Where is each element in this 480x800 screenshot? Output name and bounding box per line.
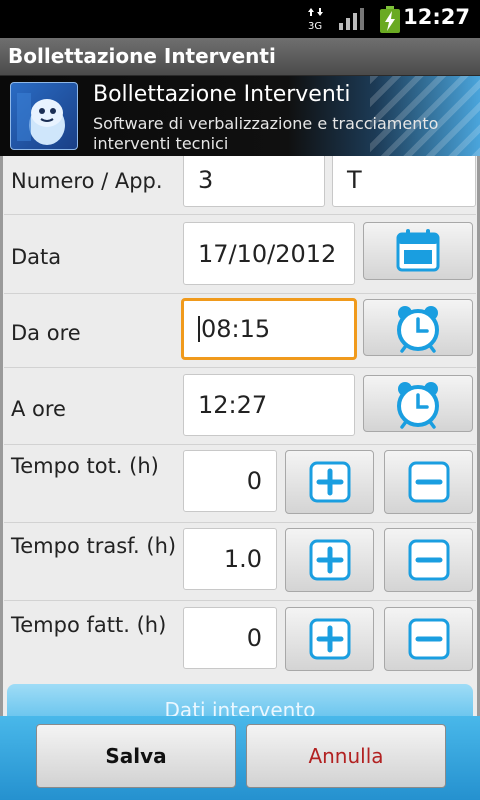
mascot-icon	[17, 93, 65, 145]
plus-icon	[309, 539, 350, 581]
network-3g-icon: 3G	[308, 8, 323, 31]
status-time: 12:27	[403, 5, 470, 29]
tempo-trasf-label: Tempo trasf. (h)	[11, 534, 177, 558]
end-time-input[interactable]: 12:27	[183, 374, 355, 436]
dati-intervento-button[interactable]: Dati intervento	[7, 684, 473, 716]
app-input[interactable]: T	[332, 156, 476, 207]
row-divider	[4, 293, 476, 294]
save-button[interactable]: Salva	[36, 724, 236, 788]
numero-label: Numero / App.	[11, 169, 163, 193]
a-ore-label: A ore	[11, 397, 66, 421]
status-bar: 3G 12:27	[0, 0, 480, 38]
plus-icon	[309, 461, 350, 503]
tempo-tot-input[interactable]: 0	[183, 450, 277, 512]
tempo-trasf-minus-button[interactable]	[384, 528, 473, 592]
form-border-left	[0, 156, 3, 716]
alarm-clock-icon	[397, 381, 439, 429]
app-logo	[10, 82, 78, 150]
row-divider	[4, 600, 476, 601]
tempo-tot-plus-button[interactable]	[285, 450, 374, 514]
text-cursor	[198, 316, 200, 342]
end-time-button[interactable]	[363, 375, 473, 432]
start-time-button[interactable]	[363, 299, 473, 356]
tempo-fatt-minus-button[interactable]	[384, 607, 473, 671]
intervention-form: Numero / App. 3 T Data 17/10/2012 Da ore…	[0, 156, 480, 716]
signal-icon	[339, 8, 364, 30]
date-input[interactable]: 17/10/2012	[183, 222, 355, 285]
tempo-fatt-plus-button[interactable]	[285, 607, 374, 671]
app-banner: Bollettazione Interventi Software di ver…	[0, 76, 480, 156]
cancel-button[interactable]: Annulla	[246, 724, 446, 788]
data-label: Data	[11, 245, 62, 269]
calendar-button[interactable]	[363, 222, 473, 280]
alarm-clock-icon	[397, 305, 439, 353]
numero-input[interactable]: 3	[183, 156, 325, 207]
row-divider	[4, 214, 476, 215]
tempo-tot-label: Tempo tot. (h)	[11, 454, 159, 478]
tempo-fatt-label: Tempo fatt. (h)	[11, 613, 167, 637]
minus-icon	[408, 461, 449, 503]
row-divider	[4, 367, 476, 368]
da-ore-label: Da ore	[11, 321, 81, 345]
action-bar: Salva Annulla	[0, 716, 480, 800]
row-divider	[4, 522, 476, 523]
tempo-fatt-input[interactable]: 0	[183, 607, 277, 669]
start-time-input[interactable]: 08:15	[181, 298, 357, 360]
banner-title: Bollettazione Interventi	[93, 82, 351, 107]
battery-charging-icon	[380, 6, 400, 33]
minus-icon	[408, 539, 449, 581]
plus-icon	[309, 618, 350, 660]
banner-subtitle: Software di verbalizzazione e tracciamen…	[93, 114, 439, 153]
tempo-trasf-plus-button[interactable]	[285, 528, 374, 592]
tempo-tot-minus-button[interactable]	[384, 450, 473, 514]
calendar-icon	[396, 229, 440, 272]
minus-icon	[408, 618, 449, 660]
row-divider	[4, 444, 476, 445]
start-time-value: 08:15	[201, 315, 271, 343]
svg-text:3G: 3G	[308, 21, 322, 31]
tempo-trasf-input[interactable]: 1.0	[183, 528, 277, 590]
app-title-bar: Bollettazione Interventi	[0, 38, 480, 76]
